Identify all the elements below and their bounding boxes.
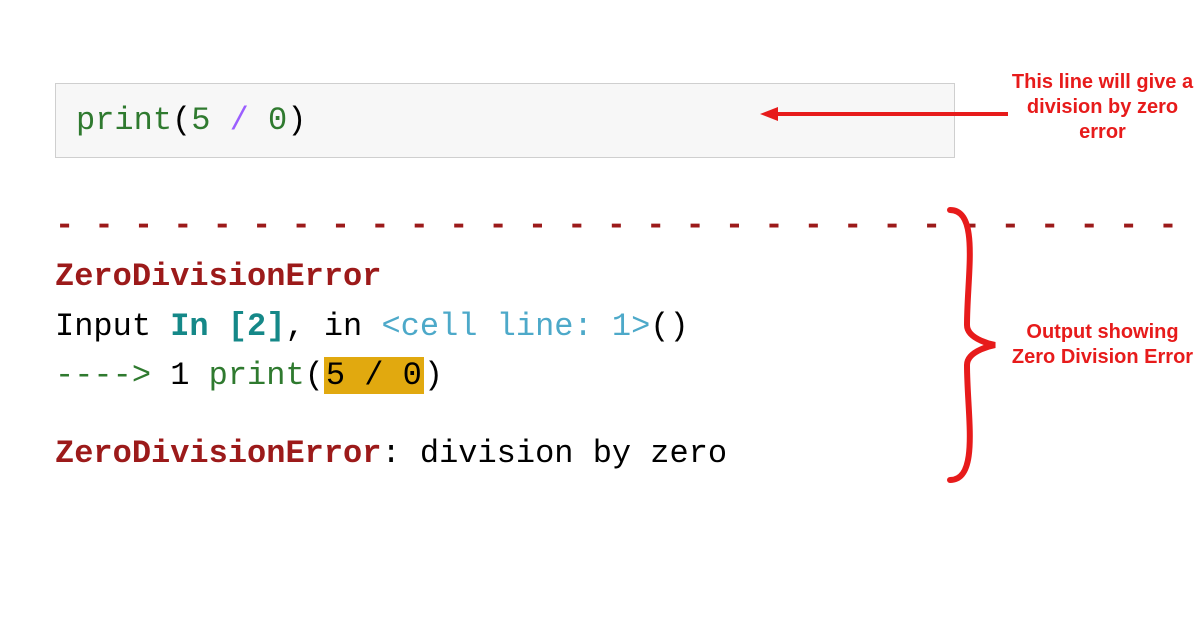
annotation-arrow-icon [760,104,1010,124]
traceback-separator: - - - - - - - - - - - - - - - - - - - - … [55,207,1200,244]
error-name: ZeroDivisionError [55,258,381,295]
traceback-fn: print [209,357,305,394]
traceback-bracket-close: ] [266,308,285,345]
annotation-brace-icon [945,205,1005,485]
code-token-print: print [76,102,172,139]
traceback-parens: () [650,308,688,345]
annotation-top-right: This line will give a division by zero e… [1010,70,1195,145]
traceback-lparen: ( [305,357,324,394]
traceback-in2: in [324,308,382,345]
code-token-num2: 0 [268,102,287,139]
final-error-message: division by zero [420,435,727,472]
code-token-num1: 5 [191,102,210,139]
traceback-highlight: 5 / 0 [324,357,424,394]
code-token-rparen: ) [287,102,306,139]
traceback-bracket-open: [ [228,308,247,345]
traceback-cell-ref: <cell line: 1> [381,308,650,345]
traceback-comma: , [285,308,323,345]
traceback-rparen: ) [424,357,443,394]
traceback-output: ZeroDivisionError Input In [2], in <cell… [55,252,727,478]
traceback-in-keyword: In [170,308,228,345]
final-error-colon: : [381,435,419,472]
traceback-exec-count: 2 [247,308,266,345]
traceback-lineno: 1 [170,357,208,394]
code-token-lparen: ( [172,102,191,139]
traceback-input-label: Input [55,308,170,345]
code-token-slash: / [210,102,268,139]
annotation-mid-right: Output showing Zero Division Error [1005,320,1200,370]
final-error-name: ZeroDivisionError [55,435,381,472]
traceback-arrow: ----> [55,357,170,394]
